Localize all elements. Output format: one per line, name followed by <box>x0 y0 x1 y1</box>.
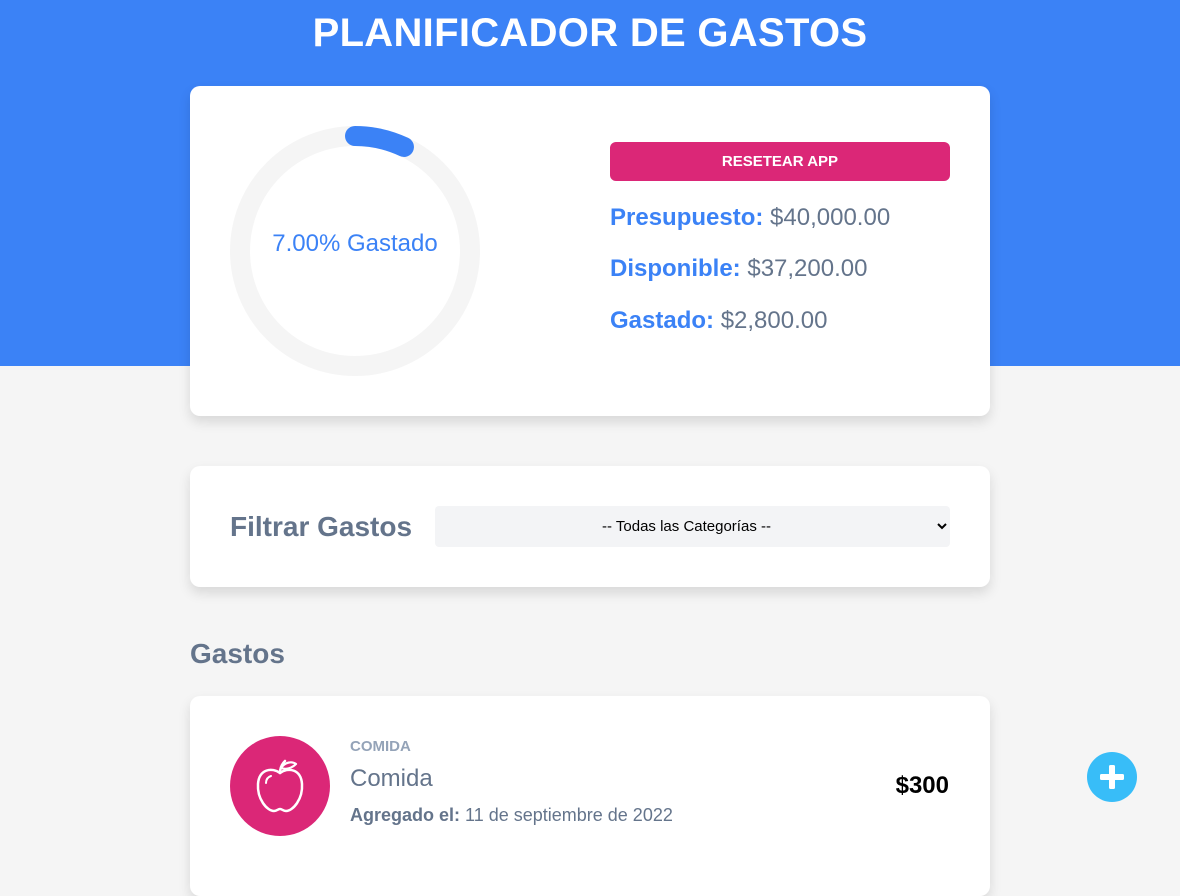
budget-spent-label: Gastado: <box>610 307 715 334</box>
apple-icon <box>230 736 330 836</box>
expense-date: Agregado el: 11 de septiembre de 2022 <box>350 804 673 826</box>
budget-progress-circle: 7.00% Gastado <box>230 126 480 376</box>
budget-total: Presupuesto: $40,000.00 <box>610 203 890 233</box>
expense-date-value: 11 de septiembre de 2022 <box>465 805 673 825</box>
category-filter-select[interactable]: -- Todas las Categorías -- <box>435 506 950 547</box>
expense-date-label: Agregado el: <box>350 805 461 825</box>
budget-total-value: $40,000.00 <box>770 204 891 231</box>
budget-spent-value: $2,800.00 <box>720 307 828 334</box>
budget-total-label: Presupuesto: <box>610 204 764 231</box>
filter-title: Filtrar Gastos <box>230 511 413 542</box>
reset-app-button[interactable]: RESETEAR APP <box>610 142 950 181</box>
expense-category: COMIDA <box>350 738 411 755</box>
budget-spent: Gastado: $2,800.00 <box>610 306 827 336</box>
budget-card: 7.00% Gastado RESETEAR APP Presupuesto: … <box>190 86 990 416</box>
expenses-section-title: Gastos <box>190 638 285 669</box>
budget-available: Disponible: $37,200.00 <box>610 254 867 284</box>
plus-icon <box>1100 765 1124 789</box>
expense-name: Comida <box>350 765 433 792</box>
budget-available-value: $37,200.00 <box>747 255 868 282</box>
progress-text: 7.00% Gastado <box>272 230 438 257</box>
budget-available-label: Disponible: <box>610 255 741 282</box>
filter-card: Filtrar Gastos -- Todas las Categorías -… <box>190 466 990 587</box>
page-title: PLANIFICADOR DE GASTOS <box>312 11 868 55</box>
add-expense-button[interactable] <box>1087 752 1137 802</box>
expense-item[interactable]: COMIDA Comida Agregado el: 11 de septiem… <box>190 696 990 896</box>
apple-icon-glyph <box>256 759 304 813</box>
expense-amount: $300 <box>895 772 949 799</box>
